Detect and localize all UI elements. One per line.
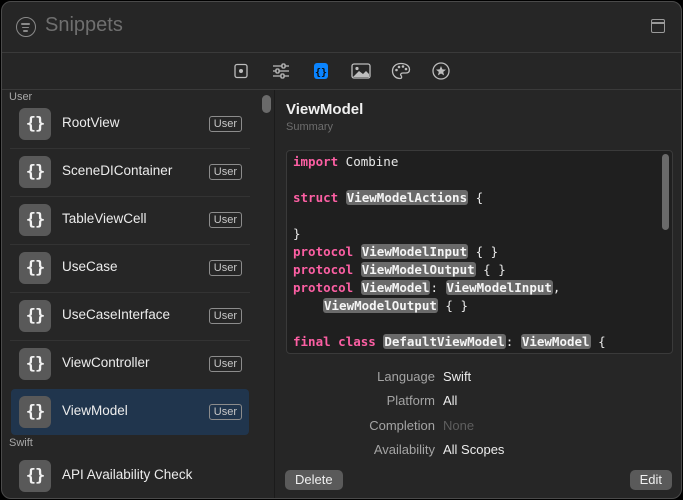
- braces-icon: {}: [19, 252, 51, 284]
- code-keyword: import: [293, 154, 339, 169]
- list-item-usecase[interactable]: {} UseCase User: [11, 245, 249, 291]
- sidebar-panel-icon[interactable]: [651, 19, 665, 33]
- braces-icon: {}: [19, 108, 51, 140]
- svg-text:{}: {}: [315, 68, 327, 79]
- list-item-label: RootView: [62, 115, 120, 130]
- list-item-label: UseCase: [62, 259, 118, 274]
- code-placeholder: ViewModelOutput: [360, 262, 476, 277]
- star-icon[interactable]: [430, 60, 452, 82]
- code-placeholder: ViewModelOutput: [323, 298, 438, 313]
- availability-label: Availability: [373, 442, 435, 457]
- snippet-detail: ViewModel Summary import Combine struct …: [275, 90, 681, 498]
- braces-icon: {}: [19, 460, 51, 492]
- code-line: struct ViewModelActions {: [293, 189, 483, 207]
- file-icon[interactable]: [230, 60, 252, 82]
- code-placeholder: ViewModelInput: [445, 280, 553, 295]
- code-line: import Combine: [293, 153, 398, 171]
- code-line: protocol ViewModelOutput { }: [293, 261, 506, 279]
- snippet-title: ViewModel: [286, 101, 364, 118]
- list-item-scenedicontainer[interactable]: {} SceneDIContainer User: [11, 149, 249, 195]
- braces-icon: {}: [19, 348, 51, 380]
- code-placeholder: DefaultViewModel: [383, 334, 506, 349]
- code-line: final class DefaultViewModel: ViewModel …: [293, 333, 606, 351]
- code-placeholder: ViewModelInput: [360, 244, 469, 259]
- user-badge: User: [208, 212, 242, 228]
- code-placeholder: ViewModelActions: [345, 190, 469, 205]
- completion-value: None: [443, 418, 475, 433]
- code-placeholder: ViewModel: [520, 334, 591, 349]
- list-item-label: SceneDIContainer: [62, 163, 173, 178]
- list-item-tableviewcell[interactable]: {} TableViewCell User: [11, 197, 249, 243]
- user-badge: User: [208, 404, 242, 420]
- list-item-label: API Availability Check: [62, 467, 193, 482]
- code-text: ,: [552, 280, 561, 295]
- list-item-rootview[interactable]: {} RootView User: [11, 101, 249, 147]
- list-item-viewcontroller[interactable]: {} ViewController User: [11, 341, 249, 387]
- language-label: Language: [377, 369, 435, 384]
- code-scrollbar[interactable]: [662, 154, 669, 230]
- code-text: { }: [437, 298, 468, 313]
- code-line: ViewModelOutput { }: [323, 297, 468, 315]
- user-badge: User: [208, 356, 242, 372]
- snippets-window: Snippets {} User {} RootView User {} Sce…: [1, 1, 682, 499]
- snippet-summary: Summary: [286, 121, 334, 133]
- delete-button[interactable]: Delete: [285, 470, 343, 490]
- braces-icon: {}: [19, 396, 51, 428]
- list-item-label: ViewModel: [62, 403, 128, 418]
- list-item-label: UseCaseInterface: [62, 307, 171, 322]
- code-line: }: [293, 225, 301, 243]
- image-icon[interactable]: [350, 60, 372, 82]
- platform-label: Platform: [386, 393, 435, 408]
- user-badge: User: [208, 164, 242, 180]
- code-keyword: final: [293, 334, 331, 349]
- code-line: protocol ViewModelInput { }: [293, 243, 498, 261]
- edit-button[interactable]: Edit: [629, 470, 672, 490]
- sliders-icon[interactable]: [270, 60, 292, 82]
- code-line: protocol ViewModel: ViewModelInput,: [293, 279, 560, 297]
- user-badge: User: [208, 260, 242, 276]
- availability-value: All Scopes: [443, 442, 505, 457]
- snippet-list: User {} RootView User {} SceneDIContaine…: [2, 90, 260, 498]
- braces-icon[interactable]: {}: [310, 60, 332, 82]
- code-text: }: [293, 226, 301, 241]
- code-text: :: [430, 280, 446, 295]
- palette-icon[interactable]: [390, 60, 412, 82]
- code-text: {: [468, 190, 484, 205]
- library-toolbar: {}: [2, 53, 681, 89]
- list-item-label: TableViewCell: [62, 211, 147, 226]
- braces-icon: {}: [19, 300, 51, 332]
- title-bar: Snippets: [2, 2, 681, 52]
- code-placeholder: ViewModel: [360, 280, 431, 295]
- search-icon[interactable]: [16, 17, 36, 37]
- section-header-swift: Swift: [9, 437, 33, 449]
- code-keyword: protocol: [293, 244, 354, 259]
- language-value: Swift: [443, 369, 472, 384]
- completion-label: Completion: [369, 418, 435, 433]
- user-badge: User: [208, 116, 242, 132]
- braces-icon: {}: [19, 156, 51, 188]
- user-badge: User: [208, 308, 242, 324]
- platform-value: All: [443, 393, 458, 408]
- sidebar-scrollbar[interactable]: [262, 95, 271, 113]
- code-text: {: [590, 334, 606, 349]
- code-text: :: [505, 334, 521, 349]
- list-item-usecaseinterface[interactable]: {} UseCaseInterface User: [11, 293, 249, 339]
- braces-icon: {}: [19, 204, 51, 236]
- code-text: { }: [475, 262, 506, 277]
- code-text: { }: [468, 244, 499, 259]
- code-preview[interactable]: import Combine struct ViewModelActions {…: [286, 150, 673, 354]
- list-item-viewmodel[interactable]: {} ViewModel User: [11, 389, 249, 435]
- code-keyword: protocol: [293, 280, 354, 295]
- code-keyword: struct: [293, 190, 339, 205]
- list-item-api-availability-check[interactable]: {} API Availability Check: [11, 453, 249, 498]
- window-title: Snippets: [45, 14, 123, 36]
- code-keyword: protocol: [293, 262, 354, 277]
- code-text: Combine: [338, 154, 399, 169]
- list-item-label: ViewController: [62, 355, 150, 370]
- code-keyword: class: [338, 334, 376, 349]
